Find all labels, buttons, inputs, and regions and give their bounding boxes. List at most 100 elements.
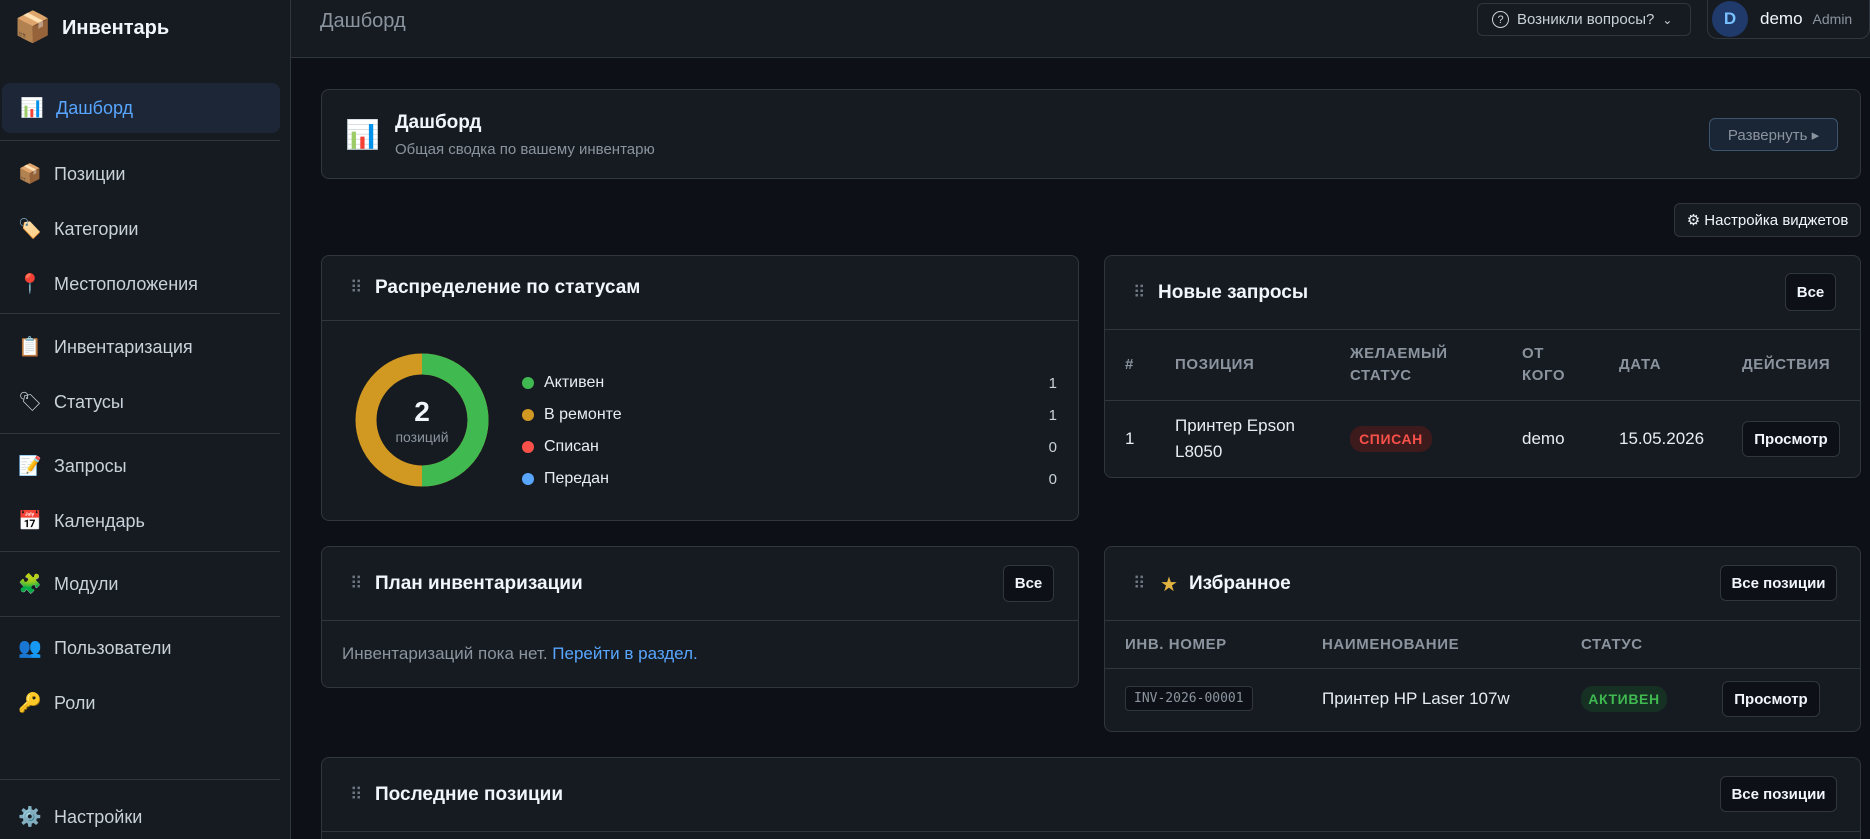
column-header: СТАТУС	[1581, 636, 1643, 653]
gear-icon: ⚙️	[18, 807, 42, 828]
column-header: ИНВ. НОМЕР	[1125, 636, 1227, 653]
widget-settings-button[interactable]: ⚙ Настройка виджетов	[1674, 203, 1861, 237]
question-icon: ?	[1492, 11, 1509, 28]
divider	[0, 551, 280, 552]
clipboard-icon: 📋	[18, 337, 42, 358]
row-from: demo	[1522, 429, 1565, 448]
legend-label: В ремонте	[544, 406, 622, 423]
star-icon: ★	[1160, 574, 1178, 596]
chevron-down-icon: ⌄	[1662, 12, 1673, 27]
sidebar-item-locations[interactable]: 📍 Местоположения	[0, 259, 280, 309]
status-badge: СПИСАН	[1350, 426, 1432, 452]
sidebar-item-inventory[interactable]: 📋 Инвентаризация	[0, 322, 280, 372]
widget-header: ⠿ Последние позиции Все позиции	[322, 758, 1860, 832]
widget-title: Последние позиции	[375, 784, 564, 805]
user-menu[interactable]: D demo Admin	[1707, 0, 1870, 39]
all-items-button[interactable]: Все позиции	[1720, 565, 1837, 601]
all-requests-button[interactable]: Все	[1785, 273, 1836, 311]
help-dropdown[interactable]: ? Возникли вопросы? ⌄	[1477, 3, 1691, 36]
item-name[interactable]: Принтер HP Laser 107w	[1322, 686, 1510, 712]
column-header: ПОЗИЦИЯ	[1175, 356, 1255, 373]
donut-segment-active	[421, 353, 489, 487]
sidebar-item-settings[interactable]: ⚙️ Настройки	[0, 792, 280, 839]
legend-value: 1	[1048, 374, 1057, 392]
avatar: D	[1712, 1, 1748, 37]
drag-handle-icon[interactable]: ⠿	[350, 278, 363, 298]
column-header: #	[1125, 356, 1134, 373]
status-donut-chart: 2 позиций	[355, 353, 489, 487]
legend-value: 0	[1048, 470, 1057, 488]
sidebar-item-requests[interactable]: 📝 Запросы	[0, 441, 280, 491]
sidebar-item-label: Инвентаризация	[54, 336, 193, 357]
go-to-section-link[interactable]: Перейти в раздел.	[552, 644, 697, 663]
dashboard-title: Дашборд	[395, 112, 482, 133]
status-badge: АКТИВЕН	[1581, 686, 1667, 712]
sidebar-item-items[interactable]: 📦 Позиции	[0, 149, 280, 199]
chart-icon: 📊	[345, 119, 380, 150]
page-title: Дашборд	[320, 10, 406, 32]
users-icon: 👥	[18, 638, 42, 659]
red-dot-icon	[522, 441, 534, 453]
dashboard-subtitle: Общая сводка по вашему инвентарю	[395, 141, 655, 158]
new-requests-widget: ⠿ Новые запросы Все # ПОЗИЦИЯ ЖЕЛАЕМЫЙ С…	[1104, 255, 1861, 478]
drag-handle-icon[interactable]: ⠿	[350, 785, 363, 805]
sidebar-item-users[interactable]: 👥 Пользователи	[0, 623, 280, 673]
widget-header: ⠿ Распределение по статусам	[322, 256, 1078, 321]
legend-value: 1	[1048, 406, 1057, 424]
key-icon: 🔑	[18, 693, 42, 714]
puzzle-icon: 🧩	[18, 574, 42, 595]
inventory-plan-widget: ⠿ План инвентаризации Все Инвентаризаций…	[321, 546, 1079, 688]
blue-dot-icon	[522, 473, 534, 485]
table-row: 1 Принтер Epson L8050 СПИСАН demo 15.05.…	[1105, 401, 1860, 478]
sidebar-item-label: Роли	[54, 692, 96, 713]
legend-item: Списан 0	[522, 437, 1057, 457]
status-distribution-widget: ⠿ Распределение по статусам 2 позиций Ак…	[321, 255, 1079, 521]
user-name: demo	[1760, 9, 1803, 28]
drag-handle-icon[interactable]: ⠿	[1133, 574, 1146, 594]
divider	[0, 616, 280, 617]
help-label: Возникли вопросы?	[1517, 11, 1655, 28]
column-header: ЖЕЛАЕМЫЙ СТАТУС	[1350, 345, 1448, 384]
pin-icon: 📍	[18, 274, 42, 295]
row-item: Принтер Epson L8050	[1175, 416, 1295, 461]
widget-title: Новые запросы	[1158, 282, 1309, 303]
sidebar-item-statuses[interactable]: 🏷 Статусы	[0, 377, 280, 427]
row-number: 1	[1125, 429, 1135, 448]
donut-total: 2	[414, 396, 430, 427]
sidebar-item-roles[interactable]: 🔑 Роли	[0, 678, 280, 728]
dashboard-header-card: 📊 Дашборд Общая сводка по вашему инвента…	[321, 89, 1861, 179]
sidebar-item-label: Календарь	[54, 510, 145, 531]
recent-items-widget: ⠿ Последние позиции Все позиции	[321, 757, 1861, 839]
sidebar-item-modules[interactable]: 🧩 Модули	[0, 559, 280, 609]
view-button[interactable]: Просмотр	[1722, 681, 1820, 717]
expand-button[interactable]: Развернуть ▸	[1709, 118, 1838, 151]
drag-handle-icon[interactable]: ⠿	[1133, 283, 1146, 303]
sidebar-item-label: Настройки	[54, 806, 143, 827]
box-icon: 📦	[14, 11, 52, 44]
sidebar-item-categories[interactable]: 🏷️ Категории	[0, 204, 280, 254]
widget-title: План инвентаризации	[375, 573, 583, 594]
column-header: ДАТА	[1619, 356, 1662, 373]
sidebar-item-dashboard[interactable]: 📊 Дашборд	[2, 83, 280, 133]
row-date: 15.05.2026	[1619, 429, 1705, 448]
legend-label: Передан	[544, 470, 609, 487]
orange-dot-icon	[522, 409, 534, 421]
empty-text: Инвентаризаций пока нет.	[342, 644, 548, 663]
table-header: # ПОЗИЦИЯ ЖЕЛАЕМЫЙ СТАТУС ОТ КОГО ДАТА Д…	[1105, 330, 1860, 401]
all-items-button[interactable]: Все позиции	[1720, 776, 1837, 812]
column-header: ОТ КОГО	[1522, 345, 1566, 384]
view-button[interactable]: Просмотр	[1742, 421, 1840, 457]
all-inventory-button[interactable]: Все	[1003, 565, 1054, 602]
brand[interactable]: 📦 Инвентарь	[14, 10, 169, 46]
sidebar-item-label: Местоположения	[54, 273, 198, 294]
donut-total-label: позиций	[395, 429, 448, 445]
sidebar-item-label: Дашборд	[56, 97, 134, 118]
divider	[0, 313, 280, 314]
brand-name: Инвентарь	[62, 16, 170, 39]
drag-handle-icon[interactable]: ⠿	[350, 574, 363, 594]
divider	[0, 140, 280, 141]
sidebar-item-label: Пользователи	[54, 637, 172, 658]
sidebar-item-calendar[interactable]: 📅 Календарь	[0, 496, 280, 546]
inventory-number: INV-2026-00001	[1125, 686, 1253, 711]
calendar-icon: 📅	[18, 511, 42, 532]
